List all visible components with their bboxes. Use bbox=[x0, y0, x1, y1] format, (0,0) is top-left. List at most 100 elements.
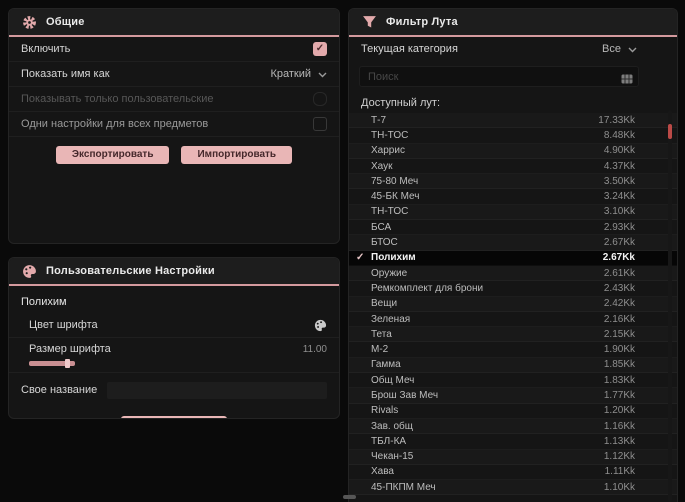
import-button[interactable]: Импортировать bbox=[181, 146, 293, 164]
font-size-block: Размер шрифта 11.00 bbox=[9, 338, 339, 373]
same-settings-checkbox[interactable] bbox=[313, 117, 327, 131]
loot-count: 2.93Kk bbox=[603, 221, 635, 233]
palette-icon bbox=[22, 264, 37, 279]
same-settings-row: Одни настройки для всех предметов bbox=[9, 112, 339, 137]
font-size-value: 11.00 bbox=[302, 343, 327, 355]
search-box bbox=[359, 66, 639, 87]
show-name-select[interactable]: Краткий bbox=[270, 65, 327, 83]
loot-row[interactable]: ✓ Хава 1.11Kk bbox=[349, 465, 677, 480]
general-panel-header: Общие bbox=[9, 9, 339, 37]
loot-row[interactable]: ✓ 75-80 Меч 3.50Kk bbox=[349, 174, 677, 189]
loot-row[interactable]: ✓ БСА 2.93Kk bbox=[349, 220, 677, 235]
color-palette-icon[interactable] bbox=[314, 319, 327, 332]
loot-count: 3.10Kk bbox=[603, 206, 635, 218]
loot-row[interactable]: ✓ Харрис 4.90Kk bbox=[349, 144, 677, 159]
check-icon: ✓ bbox=[356, 251, 365, 263]
general-settings-panel: Общие Включить ✓ Показать имя как Кратки… bbox=[8, 8, 340, 244]
grid-icon[interactable] bbox=[621, 71, 633, 89]
loot-name: ТБЛ-КА bbox=[371, 435, 407, 447]
loot-row[interactable]: ✓ Т-7 17.33Kk bbox=[349, 113, 677, 128]
loot-row[interactable]: ✓ М-2 1.90Kk bbox=[349, 342, 677, 357]
loot-name: БТОС bbox=[371, 237, 398, 249]
loot-row[interactable]: ✓ 45-БК Меч 3.24Kk bbox=[349, 189, 677, 204]
category-label: Текущая категория bbox=[361, 43, 458, 55]
custom-name-row: Свое название bbox=[9, 373, 339, 407]
loot-count: 2.43Kk bbox=[603, 282, 635, 294]
delete-button[interactable]: Удалить bbox=[121, 416, 227, 418]
loot-count: 1.16Kk bbox=[603, 420, 635, 432]
loot-row[interactable]: ✓ Ремкомплект для брони 2.43Kk bbox=[349, 281, 677, 296]
loot-filter-panel: Фильтр Лута Текущая категория Все Доступ… bbox=[348, 8, 678, 502]
loot-row[interactable]: ✓ Оружие 2.61Kk bbox=[349, 266, 677, 281]
vertical-scrollbar[interactable] bbox=[668, 110, 672, 502]
loot-row[interactable]: ✓ Вещи 2.42Kk bbox=[349, 297, 677, 312]
custom-settings-panel: Пользовательские Настройки Полихим Цвет … bbox=[8, 257, 340, 419]
loot-count: 1.85Kk bbox=[603, 359, 635, 371]
loot-row[interactable]: ✓ Тета 2.15Kk bbox=[349, 327, 677, 342]
category-value: Все bbox=[602, 43, 621, 55]
only-custom-checkbox[interactable] bbox=[313, 92, 327, 106]
loot-count: 2.67Kk bbox=[603, 237, 635, 249]
loot-count: 1.13Kk bbox=[603, 435, 635, 447]
enable-checkbox[interactable]: ✓ bbox=[313, 42, 327, 56]
category-select[interactable]: Все bbox=[602, 40, 637, 58]
loot-count: 1.11Kk bbox=[604, 466, 635, 478]
gear-icon bbox=[22, 15, 37, 30]
loot-row[interactable]: ✓ БТОС 2.67Kk bbox=[349, 235, 677, 250]
category-row: Текущая категория Все bbox=[349, 37, 677, 61]
loot-name: Тета bbox=[371, 328, 392, 340]
only-custom-row: Показывать только пользовательские bbox=[9, 87, 339, 112]
loot-name: Зеленая bbox=[371, 313, 411, 325]
loot-row[interactable]: ✓ Rivals 1.20Kk bbox=[349, 404, 677, 419]
custom-panel-header: Пользовательские Настройки bbox=[9, 258, 339, 286]
loot-row[interactable]: ✓ Хаук 4.37Kk bbox=[349, 159, 677, 174]
loot-count: 4.37Kk bbox=[603, 160, 635, 172]
general-panel-title: Общие bbox=[46, 16, 85, 28]
chevron-down-icon bbox=[628, 40, 637, 58]
loot-name: Полихим bbox=[371, 252, 416, 264]
loot-row[interactable]: ✓ 45-ПКПМ Меч 1.10Kk bbox=[349, 480, 677, 495]
loot-count: 1.83Kk bbox=[603, 374, 635, 386]
loot-name: Общ Меч bbox=[371, 374, 415, 386]
enable-row: Включить ✓ bbox=[9, 37, 339, 62]
vertical-scrollbar-thumb[interactable] bbox=[668, 124, 672, 139]
loot-name: М-2 bbox=[371, 344, 389, 356]
export-button[interactable]: Экспортировать bbox=[55, 146, 170, 164]
horizontal-scrollbar-thumb[interactable] bbox=[343, 495, 356, 499]
loot-count: 2.15Kk bbox=[603, 328, 635, 340]
loot-name: Брош Зав Меч bbox=[371, 389, 439, 401]
custom-name-label: Свое название bbox=[21, 384, 98, 396]
font-color-row[interactable]: Цвет шрифта bbox=[9, 313, 339, 338]
loot-name: ТН-ТОС bbox=[371, 129, 409, 141]
custom-panel-title: Пользовательские Настройки bbox=[46, 265, 215, 277]
custom-name-input[interactable] bbox=[107, 381, 327, 399]
only-custom-label: Показывать только пользовательские bbox=[21, 93, 214, 105]
loot-row[interactable]: ✓ ТН-ТОС 8.48Kk bbox=[349, 128, 677, 143]
loot-count: 3.24Kk bbox=[603, 191, 635, 203]
loot-count: 3.50Kk bbox=[603, 175, 635, 187]
same-settings-label: Одни настройки для всех предметов bbox=[21, 118, 209, 130]
chevron-down-icon bbox=[318, 65, 327, 83]
loot-row[interactable]: ✓ Полихим 2.67Kk bbox=[349, 250, 677, 266]
export-import-buttons: Экспортировать Импортировать bbox=[9, 146, 339, 164]
slider-handle[interactable] bbox=[65, 359, 70, 368]
loot-name: Хаук bbox=[371, 160, 393, 172]
show-name-row: Показать имя как Краткий bbox=[9, 62, 339, 87]
loot-row[interactable]: ✓ ТН-ТОС 3.10Kk bbox=[349, 205, 677, 220]
search-input[interactable] bbox=[359, 66, 639, 87]
font-color-label: Цвет шрифта bbox=[29, 319, 98, 331]
loot-count: 17.33Kk bbox=[598, 114, 635, 126]
enable-label: Включить bbox=[21, 43, 71, 55]
loot-name: 75-80 Меч bbox=[371, 175, 419, 187]
loot-row[interactable]: ✓ Гамма 1.85Kk bbox=[349, 358, 677, 373]
loot-count: 8.48Kk bbox=[603, 129, 635, 141]
loot-row[interactable]: ✓ Зав. общ 1.16Kk bbox=[349, 419, 677, 434]
loot-row[interactable]: ✓ ТБЛ-КА 1.13Kk bbox=[349, 434, 677, 449]
font-size-slider[interactable] bbox=[29, 359, 75, 368]
loot-count: 2.67Kk bbox=[602, 252, 635, 264]
loot-name: Хава bbox=[371, 466, 394, 478]
loot-row[interactable]: ✓ Чекан-15 1.12Kk bbox=[349, 450, 677, 465]
loot-row[interactable]: ✓ Брош Зав Меч 1.77Kk bbox=[349, 388, 677, 403]
loot-row[interactable]: ✓ Зеленая 2.16Kk bbox=[349, 312, 677, 327]
loot-row[interactable]: ✓ Общ Меч 1.83Kk bbox=[349, 373, 677, 388]
